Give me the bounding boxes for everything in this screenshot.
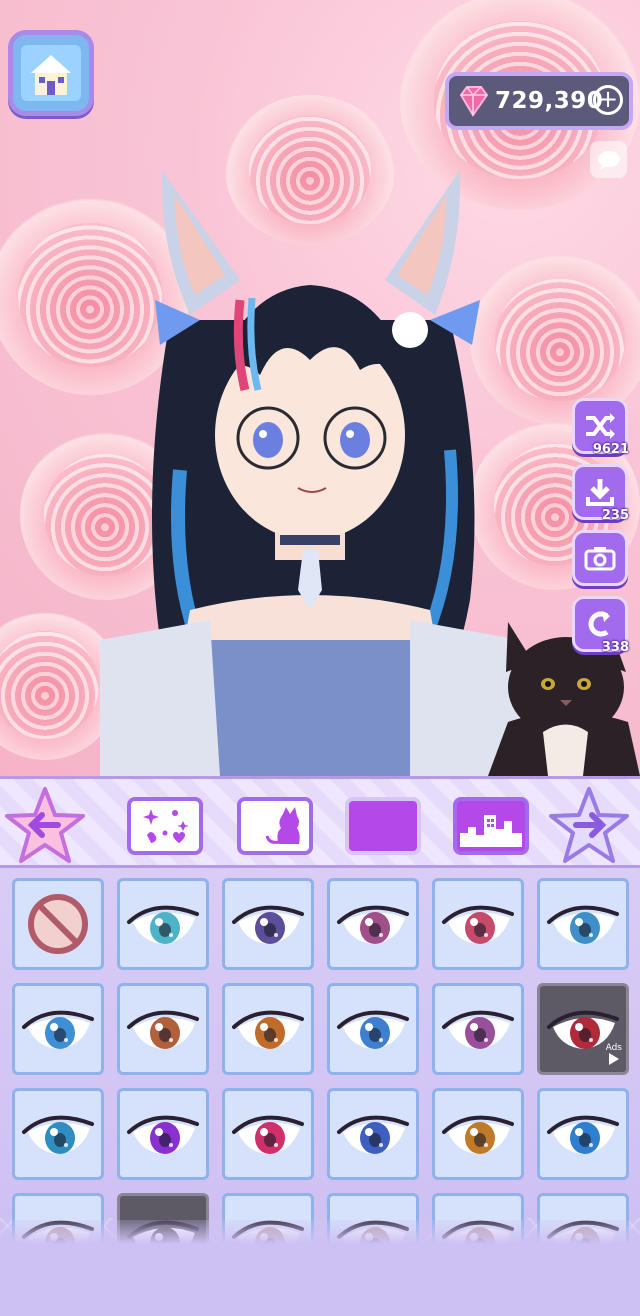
play-icon (608, 1053, 619, 1065)
previous-arrow-button[interactable] (4, 785, 86, 865)
anime-eye-icon (127, 1115, 199, 1154)
eye-option[interactable] (222, 983, 314, 1075)
camera-icon (584, 547, 616, 571)
anime-eye-icon (337, 1010, 409, 1049)
anime-eye-icon (127, 1010, 199, 1049)
eye-option[interactable] (432, 1088, 524, 1180)
anime-eye-icon (442, 1115, 514, 1154)
anime-eye-icon (22, 1010, 94, 1049)
anime-eye-icon (127, 905, 199, 944)
gem-currency-panel: 729,390 + (445, 72, 633, 130)
download-icon (586, 479, 614, 506)
anime-eye-icon (232, 1115, 304, 1154)
anime-eye-icon (442, 905, 514, 944)
eye-option[interactable] (432, 878, 524, 970)
house-icon (21, 45, 81, 101)
anime-eye-icon (442, 1010, 514, 1049)
camera-button[interactable] (572, 530, 628, 586)
scroll-fade (0, 1220, 640, 1316)
eye-option[interactable] (327, 1088, 419, 1180)
anime-eye-icon (547, 1115, 619, 1154)
undo-button[interactable]: 338 (572, 596, 629, 655)
next-arrow-button[interactable] (548, 785, 630, 865)
character-stage: 729,390 + 9621 235 338 (0, 0, 640, 776)
eye-option[interactable] (537, 878, 629, 970)
eye-option[interactable] (117, 1088, 209, 1180)
chat-toggle-button[interactable] (590, 141, 627, 178)
speech-bubble-icon (597, 150, 620, 170)
eye-option-none[interactable] (12, 878, 104, 970)
eye-option[interactable] (117, 878, 209, 970)
undo-count: 338 (601, 640, 629, 655)
shuffle-count: 9621 (592, 442, 629, 457)
download-button[interactable]: 235 (572, 464, 629, 523)
anime-eye-icon (337, 1115, 409, 1154)
tab-background-scene[interactable] (453, 797, 529, 855)
eye-option[interactable] (117, 983, 209, 1075)
tab-pet[interactable] (237, 797, 313, 855)
cat-silhouette-icon (265, 807, 300, 844)
anime-eye-icon (232, 905, 304, 944)
eye-option[interactable] (432, 983, 524, 1075)
ads-badge: Ads (606, 1043, 622, 1068)
anime-eye-icon (547, 905, 619, 944)
download-count: 235 (601, 508, 629, 523)
eye-option[interactable] (222, 1088, 314, 1180)
eye-option[interactable] (222, 878, 314, 970)
home-button[interactable] (8, 30, 94, 116)
add-gems-button[interactable]: + (593, 85, 623, 115)
eye-option[interactable] (12, 983, 104, 1075)
eye-option[interactable] (327, 983, 419, 1075)
eye-option[interactable] (537, 1088, 629, 1180)
tab-stickers[interactable] (127, 797, 203, 855)
tab-background-color[interactable] (345, 797, 421, 855)
category-toolbar (0, 776, 640, 868)
undo-icon (588, 611, 610, 637)
sparkle-stickers-icon (143, 809, 189, 843)
anime-eye-icon (232, 1010, 304, 1049)
color-swatch-icon (353, 804, 413, 848)
shuffle-button[interactable]: 9621 (572, 398, 629, 457)
anime-eye-icon (337, 905, 409, 944)
eye-options-panel: Ads (0, 868, 640, 1316)
ads-label: Ads (605, 1043, 622, 1053)
character-avatar (100, 170, 520, 776)
no-selection-icon (28, 894, 88, 954)
gem-count: 729,390 (495, 88, 604, 114)
gem-icon (459, 86, 489, 117)
anime-eye-icon (22, 1115, 94, 1154)
eye-option-ads[interactable]: Ads (537, 983, 629, 1075)
eye-option[interactable] (327, 878, 419, 970)
city-skyline-icon (458, 803, 524, 849)
shuffle-icon (586, 413, 615, 439)
eye-option[interactable] (12, 1088, 104, 1180)
